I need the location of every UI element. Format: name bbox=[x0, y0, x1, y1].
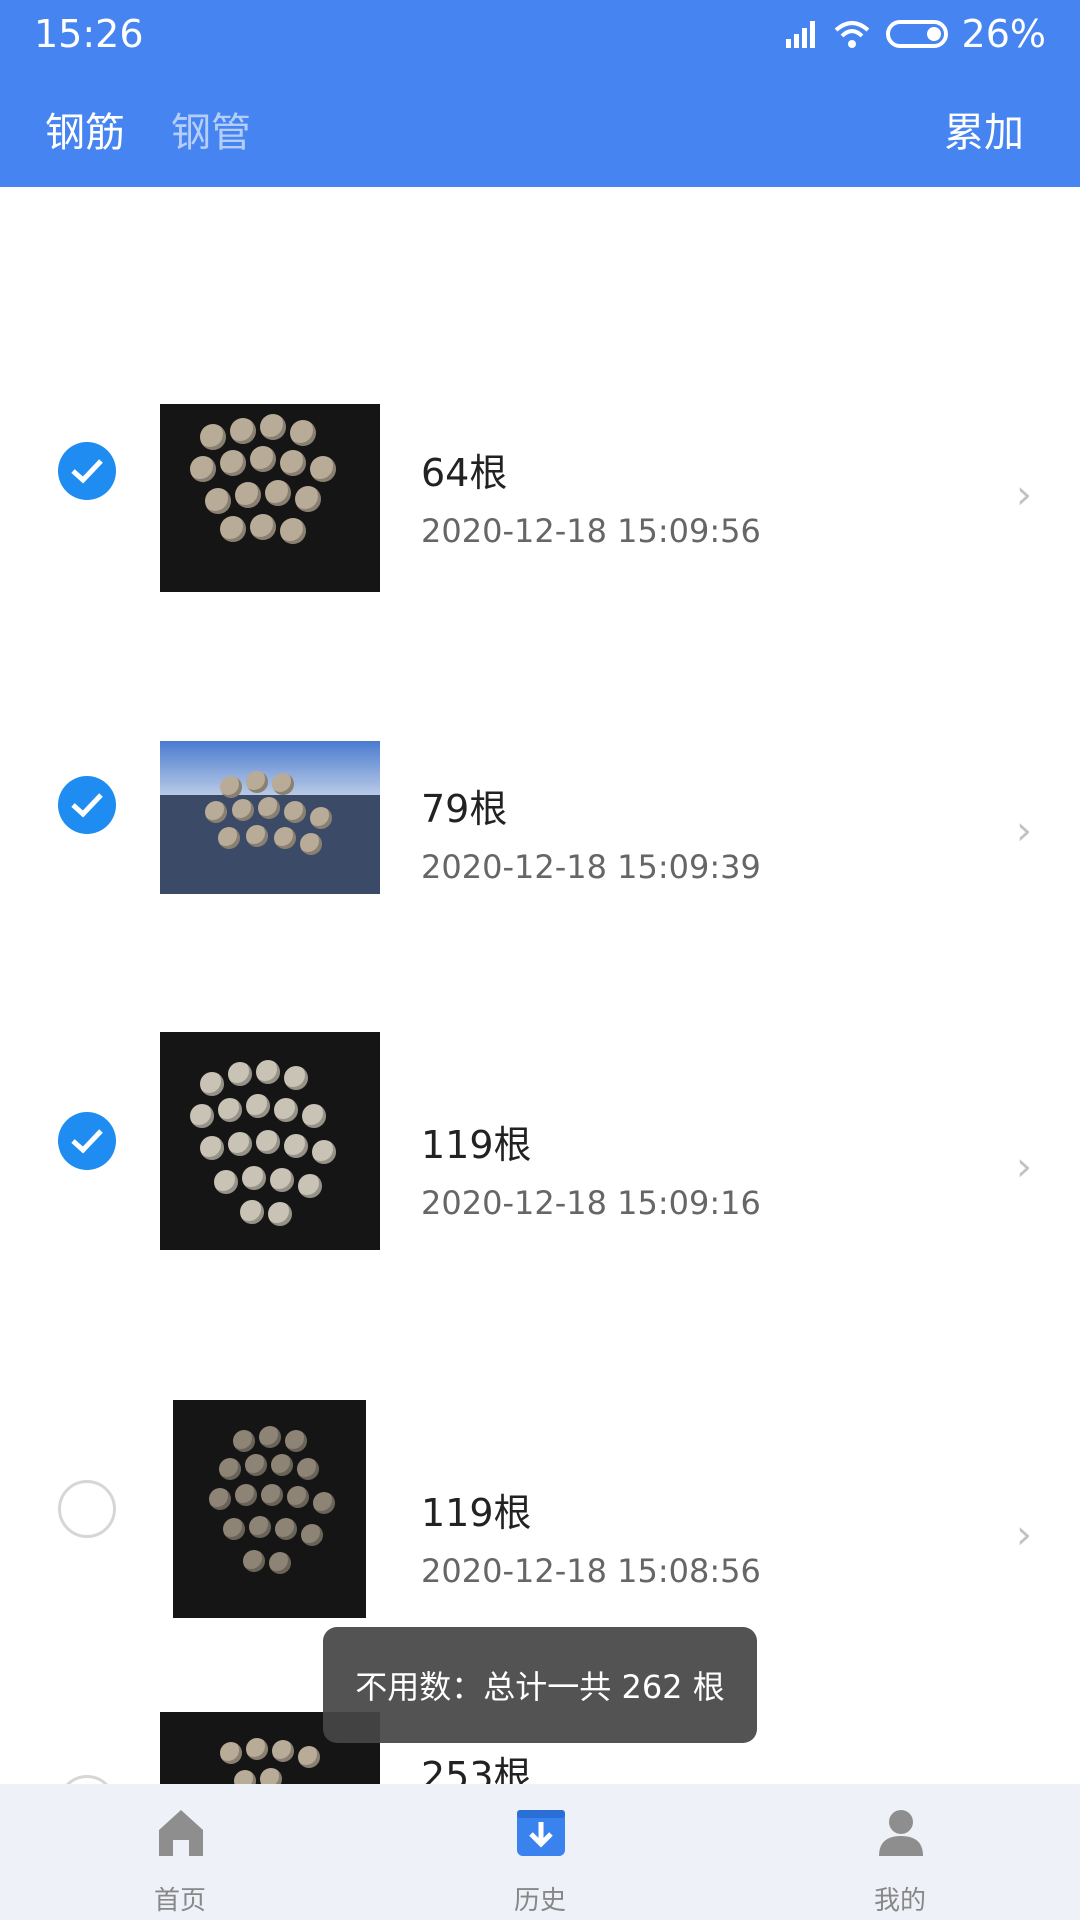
record-timestamp: 2020-12-18 15:08:56 bbox=[421, 1552, 761, 1590]
rebar-photo-thumbnail bbox=[160, 741, 380, 894]
tab-rebar[interactable]: 钢筋 bbox=[45, 100, 125, 158]
checkbox-unchecked[interactable] bbox=[58, 1480, 116, 1538]
rod-count: 119根 bbox=[421, 1491, 532, 1535]
wifi-icon bbox=[834, 21, 869, 48]
record-timestamp: 2020-12-18 15:09:16 bbox=[421, 1184, 761, 1222]
list-item[interactable]: 119根 2020-12-18 15:08:56 › bbox=[0, 1357, 1080, 1618]
checkbox-checked[interactable] bbox=[58, 1112, 116, 1170]
status-icons: 26% bbox=[784, 12, 1046, 56]
nav-home-label: 首页 bbox=[153, 1886, 206, 1916]
bottom-nav: 首页 历史 我的 bbox=[0, 1784, 1080, 1920]
tab-steel-pipe[interactable]: 钢管 bbox=[171, 100, 251, 158]
rod-count: 64根 bbox=[421, 451, 508, 495]
signal-icon bbox=[785, 21, 815, 48]
checkmark-icon bbox=[71, 1129, 103, 1154]
home-icon bbox=[159, 1810, 203, 1856]
list-item[interactable]: 119根 2020-12-18 15:09:16 › bbox=[0, 989, 1080, 1250]
checkmark-icon bbox=[71, 459, 103, 484]
profile-icon bbox=[879, 1810, 923, 1856]
rebar-photo-thumbnail bbox=[160, 404, 380, 592]
checkbox-checked[interactable] bbox=[58, 442, 116, 500]
chevron-right-icon[interactable]: › bbox=[1016, 1144, 1032, 1190]
rod-count: 119根 bbox=[421, 1123, 532, 1167]
rod-count: 253根 bbox=[421, 1754, 532, 1784]
accumulate-button[interactable]: 累加 bbox=[944, 100, 1024, 158]
list-item[interactable]: 64根 2020-12-18 15:09:56 › bbox=[0, 317, 1080, 592]
app-header: 15:26 26% 钢筋 钢管 累加 bbox=[0, 0, 1080, 187]
nav-home[interactable]: 首页 bbox=[0, 1784, 360, 1920]
chevron-right-icon[interactable]: › bbox=[1016, 472, 1032, 518]
battery-icon bbox=[885, 20, 948, 48]
chevron-right-icon[interactable]: › bbox=[1016, 808, 1032, 854]
nav-history[interactable]: 历史 bbox=[360, 1784, 720, 1920]
chevron-right-icon[interactable]: › bbox=[1016, 1512, 1032, 1558]
rebar-photo-thumbnail bbox=[173, 1400, 366, 1618]
battery-level: 26% bbox=[961, 12, 1046, 56]
list-item[interactable]: 79根 2020-12-18 15:09:39 › bbox=[0, 653, 1080, 894]
nav-profile-label: 我的 bbox=[873, 1886, 926, 1916]
checkmark-icon bbox=[71, 793, 103, 818]
record-timestamp: 2020-12-18 15:09:56 bbox=[421, 512, 761, 550]
history-list: 64根 2020-12-18 15:09:56 › 79根 2020-12-18… bbox=[0, 187, 1080, 1784]
nav-profile[interactable]: 我的 bbox=[720, 1784, 1080, 1920]
status-time: 15:26 bbox=[34, 12, 144, 56]
record-timestamp: 2020-12-18 15:09:39 bbox=[421, 848, 761, 886]
rebar-photo-thumbnail bbox=[160, 1032, 380, 1250]
history-download-icon bbox=[517, 1810, 565, 1856]
total-count-toast: 不用数：总计一共 262 根 bbox=[323, 1627, 757, 1743]
category-tabs: 钢筋 钢管 bbox=[45, 100, 251, 158]
checkbox-unchecked[interactable] bbox=[58, 1775, 116, 1784]
checkbox-checked[interactable] bbox=[58, 776, 116, 834]
rod-count: 79根 bbox=[421, 787, 508, 831]
nav-history-label: 历史 bbox=[513, 1886, 566, 1916]
